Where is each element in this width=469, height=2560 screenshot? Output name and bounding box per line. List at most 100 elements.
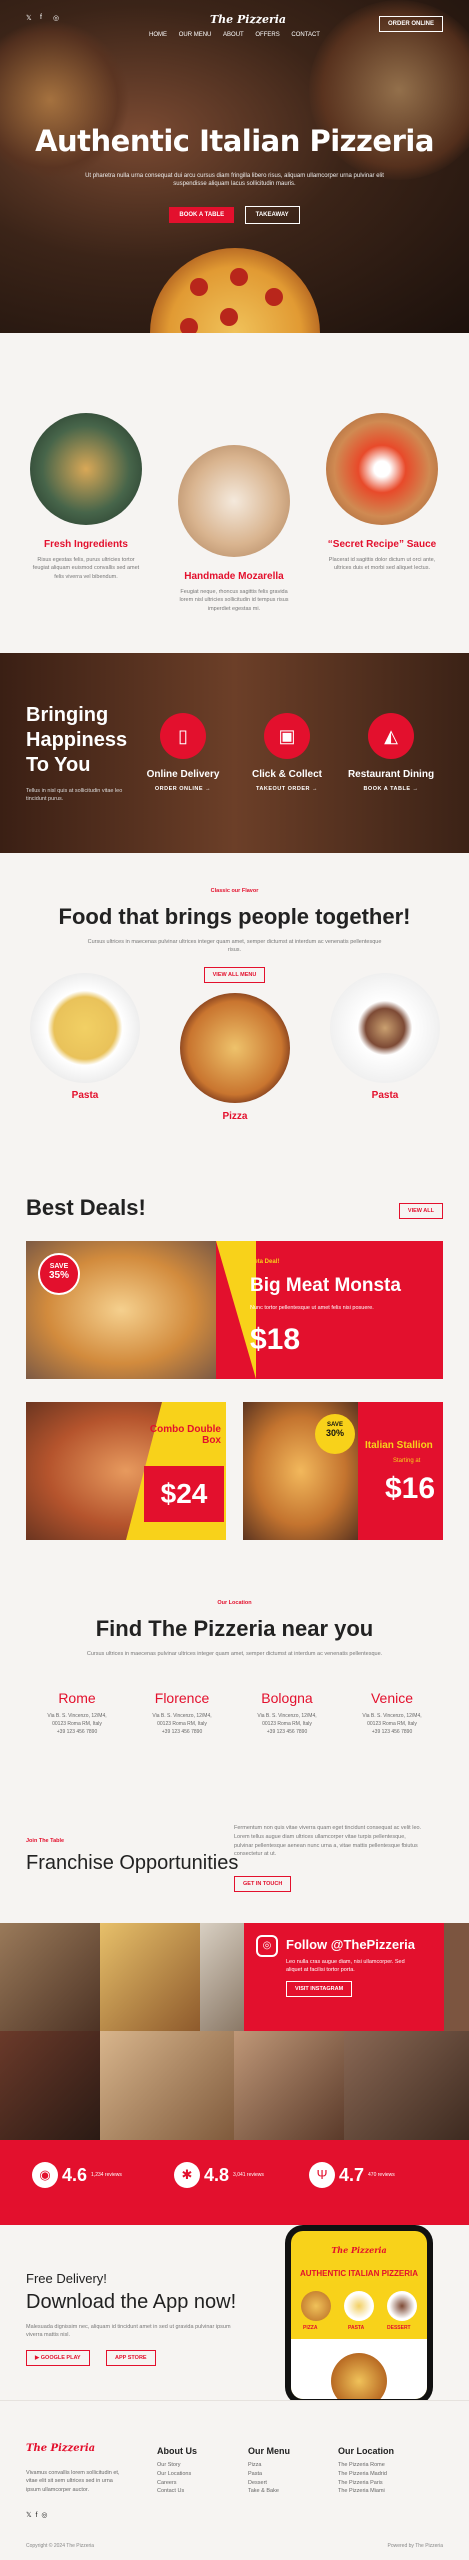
nav-about[interactable]: ABOUT bbox=[223, 32, 244, 38]
locations-section: Our Location Find The Pizzeria near you … bbox=[0, 1600, 469, 1770]
franchise-title: Franchise Opportunities bbox=[26, 1852, 239, 1874]
locations-title: Find The Pizzeria near you bbox=[95, 1616, 374, 1641]
happiness-text: Tellus in nisl quis at sollicitudin vita… bbox=[26, 788, 123, 802]
deals-view-all-button[interactable]: VIEW ALL bbox=[398, 1203, 443, 1219]
footer-col-title: Our Menu bbox=[248, 2446, 290, 2456]
bag-icon: ▣ bbox=[264, 713, 310, 759]
twitter-icon[interactable]: 𝕏 bbox=[26, 2512, 32, 2519]
main-nav: HOME OUR MENU ABOUT OFFERS CONTACT bbox=[0, 32, 469, 38]
feature-title: “Secret Recipe” Sauce bbox=[327, 539, 437, 550]
deals-title: Best Deals! bbox=[26, 1195, 146, 1220]
features-section: Fresh Ingredients Risus egestas felis, p… bbox=[0, 333, 469, 653]
pizza-image bbox=[180, 993, 290, 1103]
nav-offers[interactable]: OFFERS bbox=[255, 32, 279, 38]
hero-section: 𝕏 f ◎ The Pizzeria ORDER ONLINE HOME OUR… bbox=[0, 0, 469, 333]
hero-title: Authentic Italian Pizzeria bbox=[35, 124, 434, 158]
feature-image bbox=[178, 445, 290, 557]
facebook-icon[interactable]: f bbox=[40, 14, 42, 21]
service-click-collect: ▣ Click & Collect TAKEOUT ORDER → bbox=[242, 713, 332, 792]
gallery-image[interactable] bbox=[100, 2031, 234, 2140]
deal-card-stallion[interactable]: SAVE 30% Italian Stallion Starting at $16 bbox=[243, 1402, 443, 1540]
deal-price: $18 bbox=[250, 1323, 301, 1356]
feature-text: Placerat id sagittis dolor dictum ut orc… bbox=[328, 557, 436, 572]
utensils-icon: Ψ bbox=[309, 2162, 335, 2188]
pasta-image bbox=[30, 973, 140, 1083]
app-store-button[interactable]: APP STORE bbox=[106, 2350, 156, 2366]
location-bologna: Bologna Via B. S. Vincenzo, 12/M4, 00123 R… bbox=[257, 1690, 317, 1735]
franchise-section: Join The Table Franchise Opportunities F… bbox=[0, 1800, 469, 1920]
phone-icon: ▯ bbox=[160, 713, 206, 759]
footer: The Pizzeria Vivamus convallis lorem sol… bbox=[0, 2400, 469, 2560]
deals-section: Best Deals! VIEW ALL SAVE 35% Beta Deal! … bbox=[0, 1183, 469, 1563]
feature-card: “Secret Recipe” Sauce Placerat id sagitt… bbox=[312, 413, 452, 573]
takeout-order-link[interactable]: TAKEOUT ORDER → bbox=[242, 786, 332, 792]
deal-name: Big Meat Monsta bbox=[250, 1275, 401, 1296]
footer-brand[interactable]: The Pizzeria bbox=[26, 2443, 95, 2454]
food-kicker: Classic our Flavor bbox=[210, 888, 259, 894]
top-bar: 𝕏 f ◎ The Pizzeria ORDER ONLINE HOME OUR… bbox=[0, 8, 469, 38]
book-table-link[interactable]: BOOK A TABLE → bbox=[346, 786, 436, 792]
footer-col-title: About Us bbox=[157, 2446, 197, 2456]
feature-text: Feugiat neque, rhoncus sagittis felis gr… bbox=[179, 589, 289, 612]
get-in-touch-button[interactable]: GET IN TOUCH bbox=[234, 1876, 292, 1892]
deal-price: $24 bbox=[144, 1466, 224, 1522]
locations-kicker: Our Location bbox=[217, 1600, 252, 1606]
footer-col-list: The Pizzeria Rome The Pizzeria Madrid The … bbox=[338, 2462, 387, 2495]
instagram-icon[interactable]: ◎ bbox=[41, 2512, 47, 2519]
powered-by: Powered by The Pizzeria bbox=[387, 2543, 444, 2549]
copyright: Copyright © 2024 The Pizzeria bbox=[26, 2543, 95, 2549]
footer-col-list: Pizza Pasta Dessert Take & Bake bbox=[248, 2462, 279, 2495]
save-badge: SAVE 35% bbox=[38, 1253, 80, 1295]
gallery-image[interactable] bbox=[234, 2031, 344, 2140]
book-table-button[interactable]: BOOK A TABLE bbox=[169, 207, 235, 223]
google-play-button[interactable]: ▶ GOOGLE PLAY bbox=[26, 2350, 90, 2366]
feature-title: Handmade Mozarella bbox=[184, 571, 284, 582]
tripadvisor-icon: ◉ bbox=[32, 2162, 58, 2188]
gallery-image[interactable] bbox=[0, 1923, 100, 2031]
service-restaurant-dining: ◭ Restaurant Dining BOOK A TABLE → bbox=[346, 713, 436, 792]
footer-col-list: Our Story Our Locations Careers Contact Us bbox=[157, 2462, 192, 2495]
instagram-promo: ◎ Follow @ThePizzeria Leo nulla cras aug… bbox=[244, 1923, 444, 2031]
gallery-image[interactable] bbox=[344, 2031, 469, 2140]
food-label: Pasta bbox=[71, 1090, 99, 1101]
twitter-icon[interactable]: 𝕏 bbox=[26, 14, 32, 22]
nav-contact[interactable]: CONTACT bbox=[291, 32, 320, 38]
gallery-image[interactable] bbox=[444, 1923, 469, 2031]
view-all-menu-button[interactable]: VIEW ALL MENU bbox=[203, 966, 266, 983]
feature-image bbox=[326, 413, 438, 525]
deal-price: $16 bbox=[385, 1472, 436, 1505]
food-label: Pasta bbox=[371, 1090, 399, 1101]
food-section: Classic our Flavor Food that brings peop… bbox=[0, 853, 469, 1183]
feature-card: Handmade Mozarella Feugiat neque, rhoncu… bbox=[164, 445, 304, 613]
facebook-icon[interactable]: f bbox=[36, 2512, 38, 2519]
deal-card-combo[interactable]: Combo Double Box $24 bbox=[26, 1402, 226, 1540]
hero-pizza-image bbox=[150, 248, 320, 333]
feature-title: Fresh Ingredients bbox=[44, 539, 128, 550]
app-title: Download the App now! bbox=[26, 2291, 237, 2313]
rating-item: ✱ 4.8 3,041 reviews bbox=[170, 2162, 264, 2188]
deal-card-main[interactable]: SAVE 35% Beta Deal! Big Meat Monsta Nunc … bbox=[26, 1241, 443, 1379]
order-online-link[interactable]: ORDER ONLINE → bbox=[138, 786, 228, 792]
locations-text: Cursus ultrices in maecenas pulvinar ult… bbox=[86, 1651, 383, 1657]
footer-text: Vivamus convallis lorem sollicitudin et,… bbox=[26, 2470, 120, 2493]
gallery-image[interactable] bbox=[0, 2031, 100, 2140]
takeaway-button[interactable]: TAKEAWAY bbox=[244, 206, 300, 224]
happiness-section: Bringing Happiness To You Tellus in nisl q… bbox=[0, 653, 469, 853]
ratings-section: ◉ 4.6 1,234 reviews ✱ 4.8 3,041 reviews Ψ 4.7… bbox=[0, 2140, 469, 2225]
brand-logo[interactable]: The Pizzeria bbox=[210, 13, 286, 26]
deal-kicker: Beta Deal! bbox=[250, 1259, 280, 1265]
nav-menu[interactable]: OUR MENU bbox=[179, 32, 212, 38]
save-badge: SAVE 30% bbox=[315, 1414, 355, 1454]
order-online-button[interactable]: ORDER ONLINE bbox=[378, 16, 443, 32]
visit-instagram-button[interactable]: VISIT INSTAGRAM bbox=[286, 1981, 353, 1997]
nav-home[interactable]: HOME bbox=[149, 32, 167, 38]
rating-item: ◉ 4.6 1,234 reviews bbox=[28, 2162, 122, 2188]
instagram-icon[interactable]: ◎ bbox=[53, 14, 59, 22]
feature-image bbox=[30, 413, 142, 525]
gallery-image[interactable] bbox=[200, 1923, 244, 2031]
deal-text: Nunc tortor pellentesque ut amet felis n… bbox=[250, 1305, 374, 1311]
gallery-section: ◎ Follow @ThePizzeria Leo nulla cras aug… bbox=[0, 1923, 469, 2140]
deal-name: Combo Double Box bbox=[149, 1424, 221, 1446]
gallery-image[interactable] bbox=[100, 1923, 200, 2031]
pasta-image bbox=[330, 973, 440, 1083]
